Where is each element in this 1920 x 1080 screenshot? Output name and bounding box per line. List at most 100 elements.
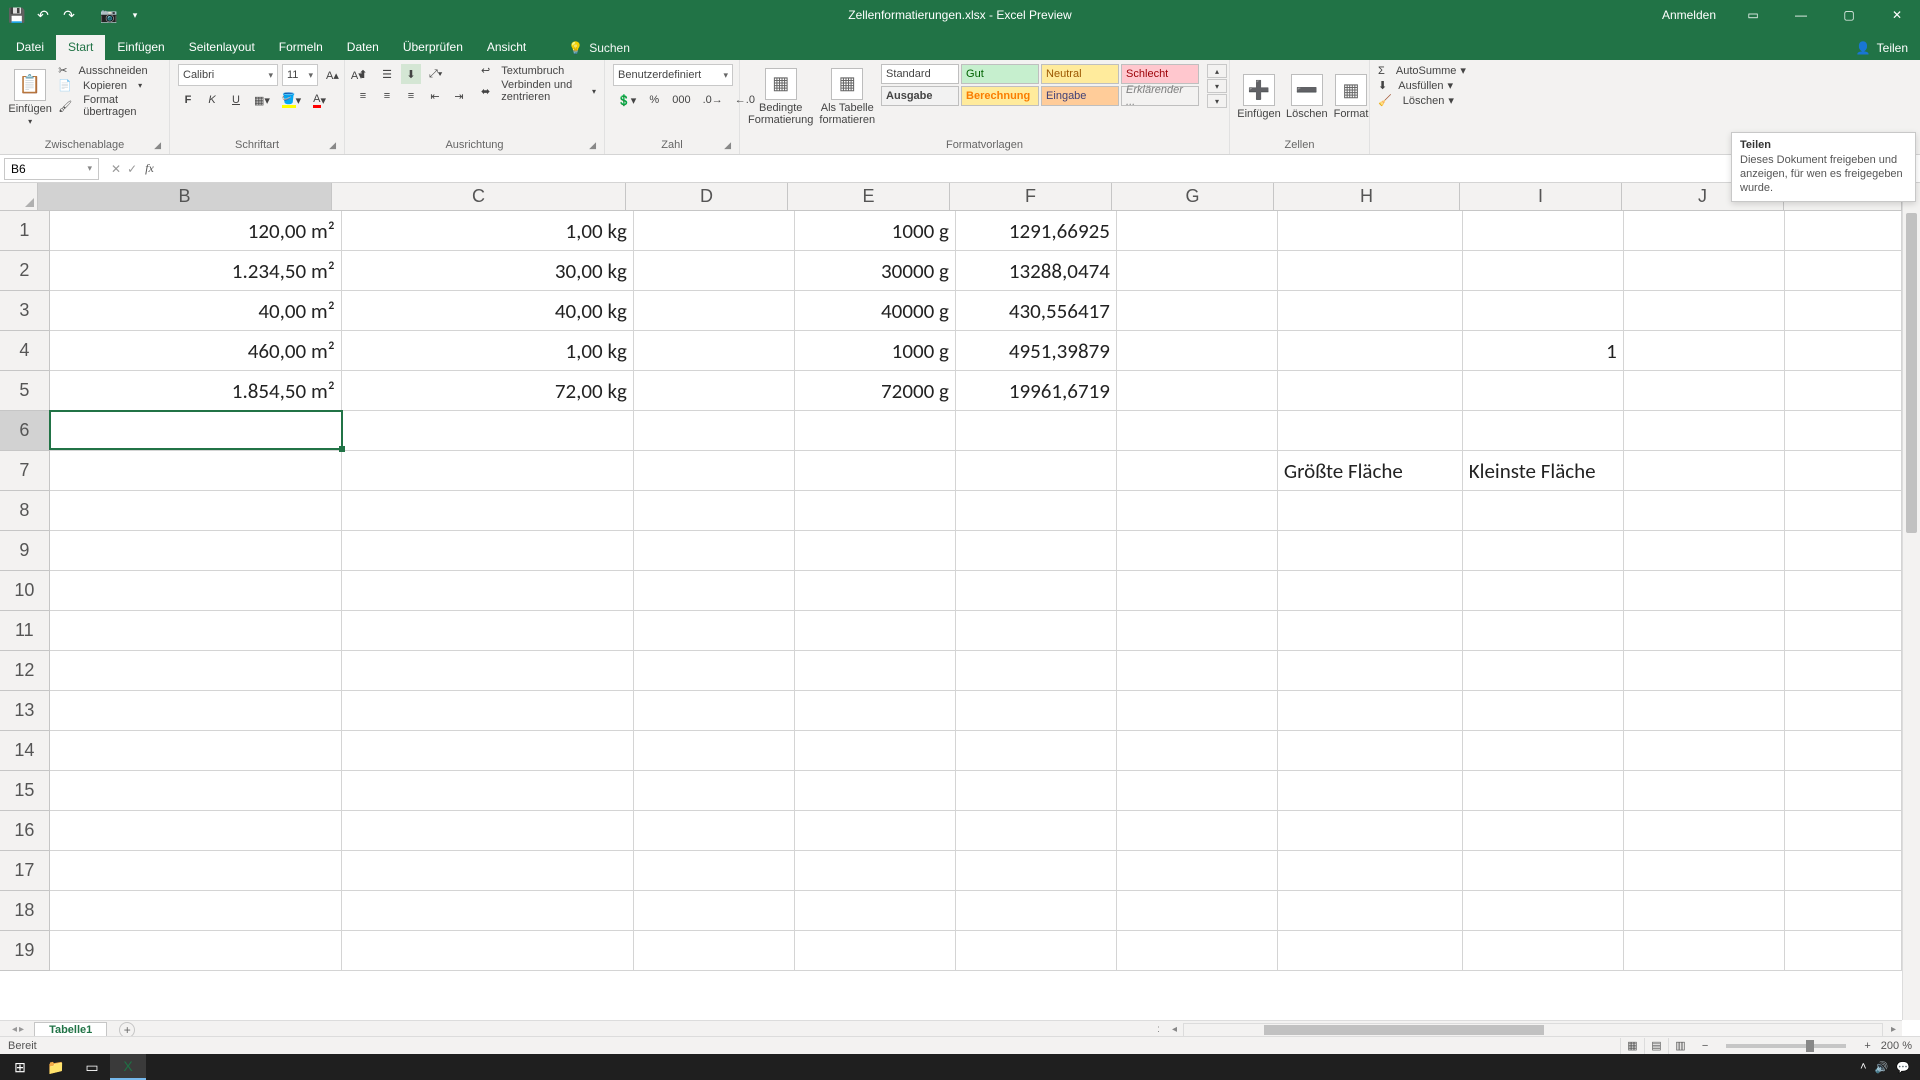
cancel-formula-icon[interactable]: ✕: [111, 162, 121, 176]
column-header-E[interactable]: E: [788, 183, 950, 210]
tab-home[interactable]: Start: [56, 35, 105, 60]
cell[interactable]: [795, 891, 956, 931]
cell[interactable]: [795, 771, 956, 811]
cell[interactable]: [1278, 611, 1463, 651]
file-explorer-icon[interactable]: 📁: [38, 1054, 74, 1080]
undo-icon[interactable]: ↶: [34, 6, 52, 24]
font-size-combo[interactable]: 11▾: [282, 64, 318, 86]
dialog-launcher-icon[interactable]: ◢: [329, 140, 336, 151]
styles-more-icon[interactable]: ▾: [1207, 94, 1227, 108]
autosum-button[interactable]: Σ AutoSumme▾: [1378, 64, 1466, 77]
cell[interactable]: [1785, 531, 1902, 571]
cell[interactable]: [1463, 411, 1624, 451]
cell[interactable]: [634, 331, 795, 371]
zoom-slider[interactable]: [1726, 1044, 1846, 1048]
currency-icon[interactable]: 💲▾: [613, 90, 640, 110]
clear-button[interactable]: 🧹 Löschen▾: [1378, 94, 1466, 107]
zoom-in-button[interactable]: +: [1854, 1040, 1880, 1052]
cell[interactable]: [1463, 531, 1624, 571]
cell[interactable]: [1624, 331, 1785, 371]
cell[interactable]: [1785, 851, 1902, 891]
cell[interactable]: [1624, 411, 1785, 451]
row-header[interactable]: 12: [0, 651, 50, 691]
cell[interactable]: [1463, 691, 1624, 731]
cell[interactable]: [634, 851, 795, 891]
cell[interactable]: 1,00 kg: [342, 331, 634, 371]
cell[interactable]: [956, 891, 1117, 931]
style-berechnung[interactable]: Berechnung: [961, 86, 1039, 106]
fill-color-button[interactable]: 🪣▾: [278, 90, 305, 110]
percent-icon[interactable]: %: [644, 90, 664, 110]
cell[interactable]: [956, 771, 1117, 811]
cell[interactable]: [1117, 651, 1278, 691]
row-header[interactable]: 8: [0, 491, 50, 531]
cell[interactable]: [1785, 571, 1902, 611]
format-painter-button[interactable]: 🖌 Format übertragen: [58, 94, 161, 118]
cell[interactable]: [1463, 251, 1624, 291]
cell[interactable]: [1278, 411, 1463, 451]
cell[interactable]: [50, 451, 342, 491]
page-layout-view-icon[interactable]: ▤: [1644, 1038, 1668, 1054]
row-header[interactable]: 11: [0, 611, 50, 651]
cell[interactable]: [1278, 811, 1463, 851]
bold-button[interactable]: F: [178, 90, 198, 110]
cell[interactable]: 72000 g: [795, 371, 956, 411]
cell[interactable]: [1785, 771, 1902, 811]
cell[interactable]: [1785, 611, 1902, 651]
ribbon-display-options-icon[interactable]: ▭: [1730, 0, 1776, 30]
cell[interactable]: [1278, 771, 1463, 811]
cell[interactable]: [342, 891, 634, 931]
cell[interactable]: [1117, 771, 1278, 811]
enter-formula-icon[interactable]: ✓: [127, 162, 137, 176]
cell[interactable]: [1278, 491, 1463, 531]
start-button[interactable]: ⊞: [2, 1054, 38, 1080]
dialog-launcher-icon[interactable]: ◢: [589, 140, 596, 151]
cell[interactable]: [1785, 891, 1902, 931]
close-button[interactable]: ✕: [1874, 0, 1920, 30]
cell[interactable]: [634, 771, 795, 811]
row-header[interactable]: 19: [0, 931, 50, 971]
cell[interactable]: [342, 651, 634, 691]
cell[interactable]: [956, 571, 1117, 611]
cut-button[interactable]: ✂ Ausschneiden: [58, 64, 161, 77]
row-header[interactable]: 3: [0, 291, 50, 331]
cell[interactable]: [1624, 651, 1785, 691]
tab-page-layout[interactable]: Seitenlayout: [177, 35, 267, 60]
select-all-corner[interactable]: [0, 183, 38, 210]
zoom-level[interactable]: 200 %: [1881, 1040, 1912, 1052]
font-color-button[interactable]: A▾: [309, 90, 330, 110]
cell[interactable]: 1: [1463, 331, 1624, 371]
taskview-icon[interactable]: ▭: [74, 1054, 110, 1080]
cell[interactable]: [634, 651, 795, 691]
cell[interactable]: [50, 651, 342, 691]
underline-button[interactable]: U: [226, 90, 246, 110]
cell[interactable]: [342, 731, 634, 771]
cell[interactable]: [1463, 931, 1624, 971]
cell[interactable]: [1463, 571, 1624, 611]
cell[interactable]: [634, 611, 795, 651]
tab-data[interactable]: Daten: [335, 35, 391, 60]
row-header[interactable]: 6: [0, 411, 50, 451]
cell[interactable]: [1463, 731, 1624, 771]
cell[interactable]: 40,00 kg: [342, 291, 634, 331]
conditional-formatting-button[interactable]: ▦ Bedingte Formatierung: [748, 64, 813, 130]
cell[interactable]: [634, 891, 795, 931]
cell[interactable]: [50, 411, 342, 451]
cell[interactable]: [795, 931, 956, 971]
cell[interactable]: [50, 531, 342, 571]
cell[interactable]: [342, 571, 634, 611]
cell[interactable]: [795, 851, 956, 891]
cell[interactable]: [634, 211, 795, 251]
cell[interactable]: [1785, 931, 1902, 971]
cell[interactable]: [1785, 491, 1902, 531]
cell[interactable]: [795, 691, 956, 731]
cell[interactable]: [1785, 251, 1902, 291]
grid-rows[interactable]: 1120,00 m²1,00 kg1000 g1291,6692521.234,…: [0, 211, 1902, 1020]
page-break-view-icon[interactable]: ▥: [1668, 1038, 1692, 1054]
cell[interactable]: 40000 g: [795, 291, 956, 331]
cell[interactable]: [634, 451, 795, 491]
cell[interactable]: [795, 411, 956, 451]
cell[interactable]: [1117, 731, 1278, 771]
cell[interactable]: [1624, 251, 1785, 291]
cell[interactable]: [1624, 771, 1785, 811]
